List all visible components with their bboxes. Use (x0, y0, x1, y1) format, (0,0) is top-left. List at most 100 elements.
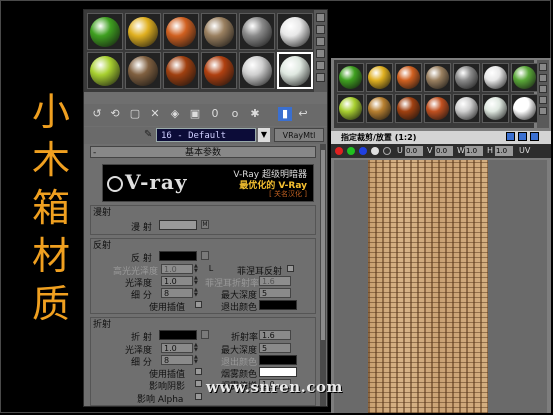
affect-shadows-checkbox[interactable] (195, 380, 202, 387)
chevron-down-icon[interactable]: ▼ (258, 128, 270, 142)
blue-channel-icon[interactable] (359, 147, 367, 155)
sample-slot[interactable] (453, 94, 480, 123)
material-id-channel-icon[interactable]: 0 (208, 107, 222, 121)
sample-slot[interactable] (482, 94, 509, 123)
minimize-icon[interactable] (506, 132, 515, 141)
sample-slot[interactable] (163, 52, 199, 89)
sample-slot[interactable] (337, 94, 364, 123)
w-field[interactable]: 1.0 (465, 146, 483, 156)
sample-slot[interactable] (424, 94, 451, 123)
spinner-icon[interactable]: ▲ ▼ (194, 276, 199, 286)
crop-canvas[interactable] (334, 160, 547, 413)
sample-slot[interactable] (366, 63, 393, 92)
make-unique-icon[interactable]: ◈ (168, 107, 182, 121)
refr-exit-color-swatch[interactable] (259, 355, 297, 365)
sample-slot[interactable] (277, 13, 313, 50)
sample-slot[interactable] (511, 94, 538, 123)
sample-slot[interactable] (395, 63, 422, 92)
reflect-map-button[interactable] (201, 251, 209, 260)
backlight-button[interactable] (316, 25, 325, 34)
affect-alpha-checkbox[interactable] (195, 393, 202, 400)
fresnel-checkbox[interactable] (287, 265, 294, 272)
reset-map-icon[interactable]: ✕ (148, 107, 162, 121)
spinner-icon[interactable]: ▲ ▼ (194, 264, 199, 274)
sample-type-button[interactable] (539, 63, 547, 71)
assign-to-selection-icon[interactable]: ▢ (128, 107, 142, 121)
ior-field[interactable]: 1.6 (259, 330, 291, 340)
sample-slot[interactable] (482, 63, 509, 92)
gloss-field[interactable]: 1.0 (161, 276, 193, 286)
uv-tiling-button[interactable] (539, 96, 547, 104)
options-button[interactable] (316, 73, 325, 82)
sample-slot[interactable] (453, 63, 480, 92)
go-to-parent-icon[interactable]: ▮ (278, 107, 292, 121)
lock-button[interactable]: L (206, 264, 216, 274)
sample-slot[interactable] (366, 94, 393, 123)
video-check-button[interactable] (316, 61, 325, 70)
fresnel-ior-field[interactable]: 1.6 (259, 276, 291, 286)
v-field[interactable]: 0.0 (435, 146, 453, 156)
uv-tiling-button[interactable] (316, 49, 325, 58)
h-field[interactable]: 1.0 (495, 146, 513, 156)
sample-slot[interactable] (424, 63, 451, 92)
basic-params-rollout[interactable]: - 基本参数 (90, 146, 316, 158)
panel-scrollbar[interactable] (320, 144, 326, 406)
refr-max-depth-field[interactable]: 5 (259, 343, 291, 353)
max-depth-field[interactable]: 5 (259, 288, 291, 298)
sample-slot[interactable] (201, 52, 237, 89)
sample-type-button[interactable] (316, 13, 325, 22)
go-forward-icon[interactable]: ↩ (296, 107, 310, 121)
put-to-library-icon[interactable]: ▣ (188, 107, 202, 121)
fog-color-swatch[interactable] (259, 367, 297, 377)
sample-slot[interactable] (125, 52, 161, 89)
reflect-color-swatch[interactable] (159, 251, 197, 261)
eyedropper-icon[interactable]: ✎ (144, 129, 154, 141)
mono-channel-icon[interactable] (383, 147, 391, 155)
spinner-icon[interactable]: ▲ ▼ (194, 343, 199, 353)
put-to-scene-icon[interactable]: ⟲ (108, 107, 122, 121)
material-type-button[interactable]: VRayMtl (274, 128, 324, 142)
sample-slot[interactable] (87, 52, 123, 89)
refract-map-button[interactable] (201, 330, 209, 339)
sample-slot[interactable] (337, 63, 364, 92)
collapse-icon[interactable]: - (93, 147, 96, 159)
sample-slot[interactable] (511, 63, 538, 92)
sample-slot[interactable] (277, 52, 313, 89)
show-map-icon[interactable]: o (228, 107, 242, 121)
hilight-gloss-field[interactable]: 1.0 (161, 264, 193, 274)
close-icon[interactable] (530, 132, 539, 141)
refract-color-swatch[interactable] (159, 330, 197, 340)
material-name-field[interactable]: 16 - Default (156, 128, 256, 142)
diffuse-map-button[interactable]: M (201, 220, 209, 229)
scrollbar-thumb[interactable] (321, 150, 325, 340)
refr-use-interp-checkbox[interactable] (195, 368, 202, 375)
options-button[interactable] (539, 107, 547, 115)
material-sphere (455, 66, 478, 89)
sample-slot[interactable] (239, 13, 275, 50)
diffuse-color-swatch[interactable] (159, 220, 197, 230)
uv-toggle[interactable]: UV (519, 144, 530, 158)
get-material-icon[interactable]: ↺ (90, 107, 104, 121)
sample-slot[interactable] (239, 52, 275, 89)
sample-slot[interactable] (163, 13, 199, 50)
subdivs-field[interactable]: 8 (161, 288, 193, 298)
alpha-channel-icon[interactable] (371, 147, 379, 155)
use-interp-checkbox[interactable] (195, 301, 202, 308)
refr-subdivs-field[interactable]: 8 (161, 355, 193, 365)
sample-slot[interactable] (87, 13, 123, 50)
spinner-icon[interactable]: ▲ ▼ (194, 355, 199, 365)
background-button[interactable] (539, 85, 547, 93)
backlight-button[interactable] (539, 74, 547, 82)
maximize-icon[interactable] (518, 132, 527, 141)
red-channel-icon[interactable] (335, 147, 343, 155)
sample-slot[interactable] (201, 13, 237, 50)
exit-color-swatch[interactable] (259, 300, 297, 310)
refr-gloss-field[interactable]: 1.0 (161, 343, 193, 353)
sample-slot[interactable] (125, 13, 161, 50)
sample-slot[interactable] (395, 94, 422, 123)
background-button[interactable] (316, 37, 325, 46)
green-channel-icon[interactable] (347, 147, 355, 155)
u-field[interactable]: 0.0 (405, 146, 423, 156)
show-end-result-icon[interactable]: ✱ (248, 107, 262, 121)
spinner-icon[interactable]: ▲ ▼ (194, 288, 199, 298)
